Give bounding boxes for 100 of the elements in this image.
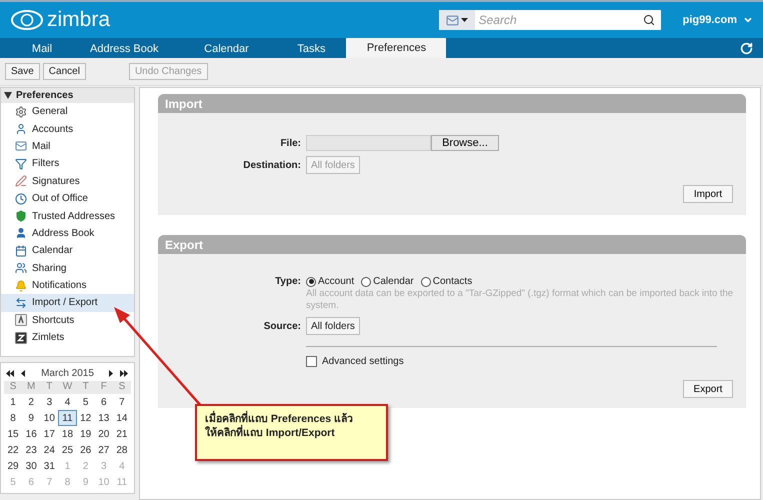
search-type-button[interactable] xyxy=(438,10,475,30)
envelope-icon xyxy=(15,140,27,152)
calendar-day[interactable]: 12 xyxy=(76,410,95,426)
toolbar-button[interactable]: Save xyxy=(5,63,40,80)
app-tab[interactable]: Address Book xyxy=(72,39,176,58)
calendar-day[interactable]: 26 xyxy=(76,442,95,458)
calendar-day[interactable]: 21 xyxy=(112,426,131,442)
calendar-day[interactable]: 4 xyxy=(58,394,77,410)
calendar-day[interactable]: 9 xyxy=(22,410,40,426)
calendar-day[interactable]: 6 xyxy=(94,394,113,410)
sidebar-item[interactable]: Accounts xyxy=(1,120,134,138)
toolbar-button[interactable]: Cancel xyxy=(42,63,86,80)
tree-title: Preferences xyxy=(16,90,74,101)
chevron-icon[interactable] xyxy=(743,15,753,25)
caret-icon xyxy=(460,18,468,22)
sidebar-item[interactable]: Shortcuts xyxy=(1,312,134,330)
sidebar-item[interactable]: Trusted Addresses xyxy=(1,207,134,225)
panel-title: Export xyxy=(165,238,204,252)
calendar-day[interactable]: 17 xyxy=(40,426,58,442)
app-tab[interactable]: Preferences xyxy=(346,38,446,58)
arrows-icon xyxy=(15,296,27,309)
file-field[interactable] xyxy=(306,135,431,151)
calendar-day[interactable]: 19 xyxy=(76,426,95,442)
sidebar-item[interactable]: Out of Office xyxy=(1,190,134,208)
folder-button[interactable]: All folders xyxy=(306,317,360,335)
calendar-day[interactable]: 8 xyxy=(4,410,22,426)
calendar-day[interactable]: 3 xyxy=(40,394,58,410)
pen-icon xyxy=(15,175,27,188)
people-icon xyxy=(15,262,27,274)
shield-icon xyxy=(15,210,27,222)
expand-icon[interactable] xyxy=(4,92,12,99)
account-menu[interactable]: pig99.com xyxy=(682,14,753,26)
sidebar-item[interactable]: Zimlets xyxy=(1,329,134,346)
type-radio[interactable]: Contacts xyxy=(420,276,472,287)
calendar-icon xyxy=(15,244,27,257)
import-button[interactable]: Import xyxy=(683,185,733,203)
sidebar-item[interactable]: Filters xyxy=(1,155,134,173)
field-label: Destination: xyxy=(242,160,301,170)
calendar-day[interactable]: 30 xyxy=(22,458,40,474)
search-button[interactable] xyxy=(640,10,661,30)
calendar-day[interactable]: 18 xyxy=(58,426,77,442)
export-button[interactable]: Export xyxy=(683,380,733,398)
gear-icon xyxy=(15,106,27,118)
calendar-day[interactable]: 22 xyxy=(4,442,22,458)
panel-title: Import xyxy=(165,96,202,110)
calendar-day[interactable]: 2 xyxy=(22,394,40,410)
calendar-day[interactable]: 24 xyxy=(40,442,58,458)
sidebar-item[interactable]: Mail xyxy=(1,138,134,156)
app-tab[interactable]: Tasks xyxy=(276,39,346,58)
field-label: File: xyxy=(279,138,301,148)
sidebar-item[interactable]: Address Book xyxy=(1,224,134,242)
calendar-day[interactable]: 28 xyxy=(112,442,131,458)
sidebar-item[interactable]: Sharing xyxy=(1,260,134,277)
weekday-label: M xyxy=(22,381,40,394)
calendar-day[interactable]: 25 xyxy=(58,442,77,458)
clock-icon xyxy=(15,192,27,205)
calendar-day[interactable]: 15 xyxy=(4,426,22,442)
calendar-day[interactable]: 29 xyxy=(4,458,22,474)
app-tab[interactable]: Mail xyxy=(12,39,72,58)
search-icon[interactable] xyxy=(642,14,655,26)
sidebar-item[interactable]: Calendar xyxy=(1,242,134,260)
field-label: Source: xyxy=(262,320,301,332)
sidebar-item[interactable]: Signatures xyxy=(1,172,134,190)
calendar-day[interactable]: 20 xyxy=(94,426,113,442)
calendar-day[interactable]: 11 xyxy=(58,410,77,426)
refresh-icon[interactable] xyxy=(740,42,753,55)
calendar-day[interactable]: 23 xyxy=(22,442,40,458)
export-hint: All account data can be exported to a "Tar-GZipped" (.tgz) format which can be imported back into the system. xyxy=(306,288,734,312)
sidebar-item[interactable]: Import / Export xyxy=(1,294,134,312)
weekday-label: S xyxy=(4,381,22,394)
previous-year-icon[interactable] xyxy=(6,370,15,376)
square-icon xyxy=(15,332,27,344)
weekday-label: T xyxy=(76,381,95,394)
person-icon xyxy=(15,227,27,240)
calendar-day[interactable]: 10 xyxy=(40,410,58,426)
type-radio[interactable]: Account xyxy=(306,276,354,287)
next-year-icon[interactable] xyxy=(120,370,129,376)
weekday-label: F xyxy=(94,381,113,394)
calendar-day[interactable]: 14 xyxy=(112,410,131,426)
browse-button[interactable]: Browse... xyxy=(431,135,499,151)
key-icon xyxy=(15,314,27,326)
calendar-day[interactable]: 1 xyxy=(4,394,22,410)
calendar-day[interactable]: 7 xyxy=(112,394,131,410)
person-icon xyxy=(15,123,27,136)
app-tab[interactable]: Calendar xyxy=(176,39,276,58)
calendar-day[interactable]: 16 xyxy=(22,426,40,442)
type-radio[interactable]: Calendar xyxy=(361,276,414,287)
month-title: March 2015 xyxy=(40,368,95,378)
checkbox[interactable] xyxy=(306,356,317,367)
calendar-day[interactable]: 31 xyxy=(40,458,58,474)
sidebar-item[interactable]: Notifications xyxy=(1,276,134,294)
sidebar-item[interactable]: General xyxy=(1,103,134,120)
calendar-day[interactable]: 5 xyxy=(76,394,95,410)
callout-note: เมื่อคลิกที่แถบ Preferences แล้ว ให้คลิกที่แถบ Import/Export xyxy=(195,404,388,461)
tree-header[interactable]: Preferences xyxy=(1,88,134,103)
calendar-day[interactable]: 27 xyxy=(94,442,113,458)
weekday-label: T xyxy=(40,381,58,394)
calendar-day[interactable]: 13 xyxy=(94,410,113,426)
search-field[interactable]: Search xyxy=(474,10,641,30)
logo-text: zimbra xyxy=(47,8,110,32)
